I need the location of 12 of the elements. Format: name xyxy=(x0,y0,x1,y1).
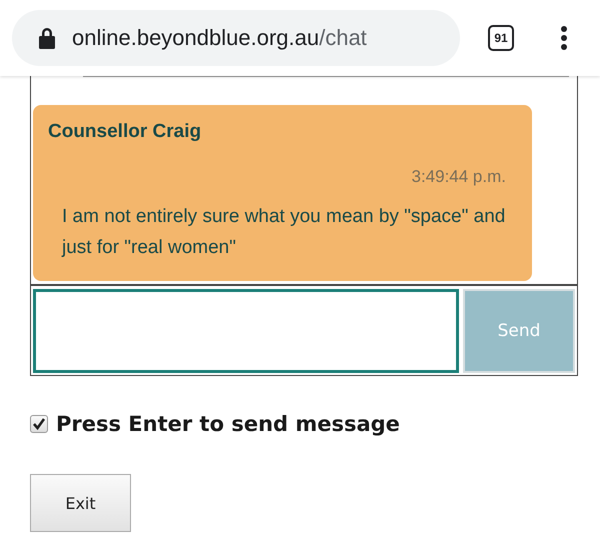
message-input[interactable] xyxy=(33,289,459,373)
checkbox[interactable] xyxy=(30,415,48,433)
exit-button[interactable]: Exit xyxy=(30,474,131,532)
lock-icon xyxy=(38,27,56,49)
address-bar[interactable]: online.beyondblue.org.au/chat xyxy=(12,10,460,66)
menu-icon[interactable] xyxy=(560,25,568,51)
tab-count-button[interactable]: 91 xyxy=(488,25,514,51)
sender-name: Counsellor Craig xyxy=(48,121,202,143)
checkbox-label[interactable]: Press Enter to send message xyxy=(56,412,400,436)
message-time: 3:49:44 p.m. xyxy=(410,167,506,187)
url-text: online.beyondblue.org.au/chat xyxy=(72,25,367,51)
message-text: I am not entirely sure what you mean by "space" and just for "real women" xyxy=(60,205,506,260)
